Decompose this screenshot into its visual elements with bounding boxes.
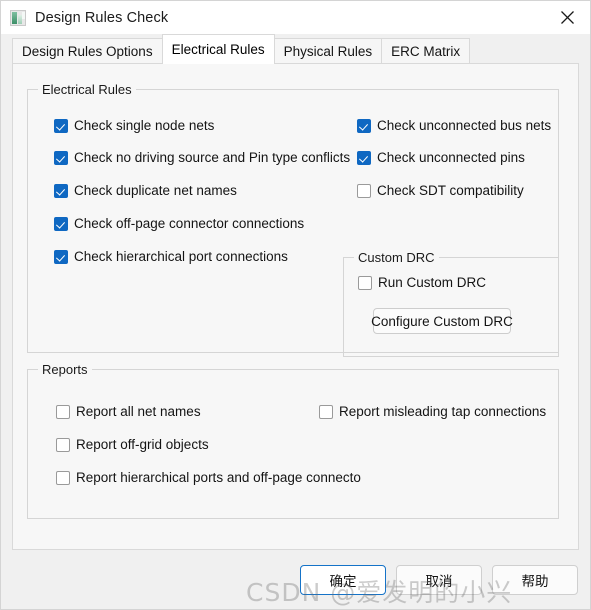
dialog-button-bar: 确定 取消 帮助 — [1, 550, 590, 609]
checkbox-report-off-grid-objects[interactable]: Report off-grid objects — [56, 437, 209, 452]
checkbox-box — [358, 275, 372, 290]
checkbox-box — [54, 249, 68, 264]
group-custom-drc-title: Custom DRC — [354, 250, 439, 265]
checkbox-label: Check single node nets — [74, 118, 215, 133]
checkbox-box — [54, 216, 68, 231]
checkbox-check-unconnected-bus-nets[interactable]: Check unconnected bus nets — [357, 118, 551, 133]
checkbox-check-off-page-connector-connections[interactable]: Check off-page connector connections — [54, 216, 304, 231]
checkbox-box — [56, 470, 70, 485]
ok-button[interactable]: 确定 — [300, 564, 386, 595]
cancel-button[interactable]: 取消 — [396, 564, 482, 595]
checkbox-label: Report hierarchical ports and off-page c… — [76, 470, 361, 485]
app-icon — [10, 9, 26, 26]
checkbox-box — [54, 183, 68, 198]
checkbox-label: Check off-page connector connections — [74, 216, 305, 231]
configure-custom-drc-button[interactable]: Configure Custom DRC — [371, 308, 513, 334]
checkbox-label: Report all net names — [76, 404, 201, 419]
group-custom-drc: Custom DRC Run Custom DRC Configure Cust… — [343, 250, 559, 357]
tab-physical-rules[interactable]: Physical Rules — [273, 38, 383, 64]
checkbox-label: Check duplicate net names — [74, 183, 237, 198]
checkbox-label: Run Custom DRC — [378, 275, 487, 290]
checkbox-check-single-node-nets[interactable]: Check single node nets — [54, 118, 214, 133]
checkbox-box — [319, 404, 333, 419]
checkbox-label: Report misleading tap connections — [339, 404, 547, 419]
checkbox-check-hierarchical-port-connections[interactable]: Check hierarchical port connections — [54, 249, 288, 264]
checkbox-report-hierarchical-ports-and-off-page-connectors[interactable]: Report hierarchical ports and off-page c… — [56, 470, 361, 485]
tab-electrical-rules[interactable]: Electrical Rules — [161, 34, 275, 64]
checkbox-box — [357, 150, 371, 165]
checkbox-check-sdt-compatibility[interactable]: Check SDT compatibility — [357, 183, 524, 198]
checkbox-box — [357, 183, 371, 198]
checkbox-check-duplicate-net-names[interactable]: Check duplicate net names — [54, 183, 237, 198]
help-button[interactable]: 帮助 — [492, 564, 578, 595]
tab-design-rules-options[interactable]: Design Rules Options — [12, 38, 163, 64]
checkbox-label: Check no driving source and Pin type con… — [74, 150, 351, 165]
checkbox-run-custom-drc[interactable]: Run Custom DRC — [358, 275, 486, 290]
title-bar: Design Rules Check — [1, 1, 590, 34]
checkbox-label: Check unconnected bus nets — [377, 118, 552, 133]
checkbox-box — [54, 118, 68, 133]
checkbox-report-all-net-names[interactable]: Report all net names — [56, 404, 201, 419]
group-reports-title: Reports — [38, 362, 92, 377]
group-electrical-rules-title: Electrical Rules — [38, 82, 136, 97]
checkbox-report-misleading-tap-connections[interactable]: Report misleading tap connections — [319, 404, 546, 419]
tab-erc-matrix[interactable]: ERC Matrix — [381, 38, 471, 64]
close-glyph — [560, 11, 574, 24]
checkbox-check-no-driving-source-and-pin-type-conflicts[interactable]: Check no driving source and Pin type con… — [54, 150, 350, 165]
checkbox-box — [54, 150, 68, 165]
checkbox-box — [56, 404, 70, 419]
checkbox-check-unconnected-pins[interactable]: Check unconnected pins — [357, 150, 525, 165]
group-reports: Reports Report all net names Report off-… — [27, 362, 559, 519]
dialog-window: Design Rules Check Design Rules Options … — [0, 0, 591, 610]
checkbox-label: Check SDT compatibility — [377, 183, 524, 198]
checkbox-label: Check hierarchical port connections — [74, 249, 288, 264]
close-icon[interactable] — [544, 1, 590, 34]
checkbox-box — [56, 437, 70, 452]
tab-content-panel: Electrical Rules Check single node nets … — [12, 63, 579, 550]
tab-strip: Design Rules Options Electrical Rules Ph… — [1, 34, 590, 64]
checkbox-label: Check unconnected pins — [377, 150, 525, 165]
window-title: Design Rules Check — [35, 9, 169, 26]
checkbox-box — [357, 118, 371, 133]
checkbox-label: Report off-grid objects — [76, 437, 209, 452]
group-electrical-rules: Electrical Rules Check single node nets … — [27, 82, 559, 357]
